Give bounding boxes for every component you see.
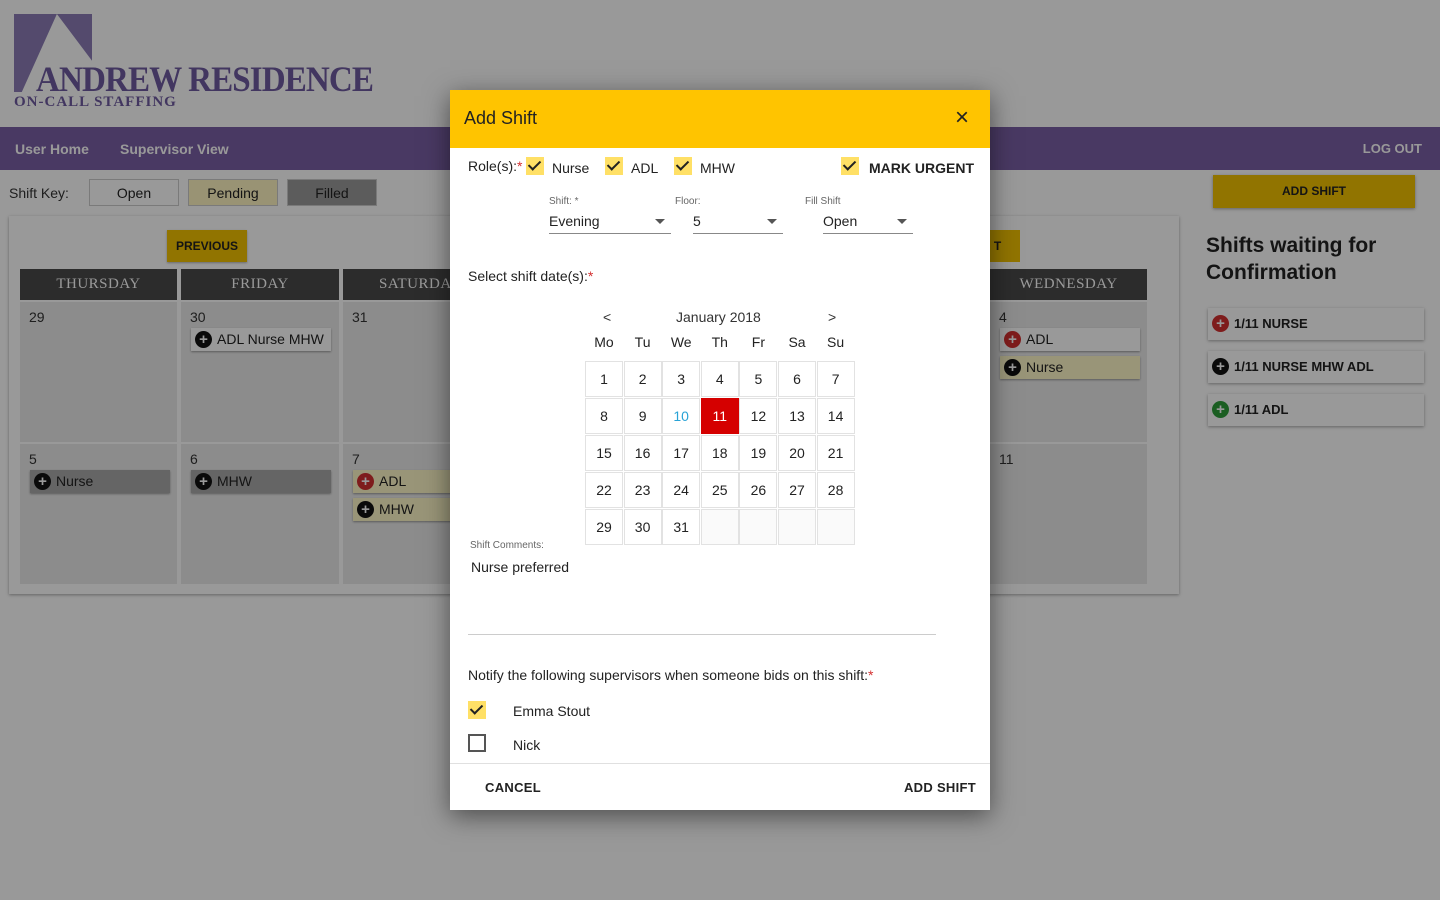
date-cell[interactable]: 9 <box>623 398 662 434</box>
empty-date-cell <box>816 509 855 545</box>
date-cell[interactable]: 10 <box>662 398 701 434</box>
add-shift-submit-button[interactable]: ADD SHIFT <box>904 780 976 795</box>
role-nurse-label: Nurse <box>552 160 590 176</box>
chevron-down-icon <box>897 219 907 224</box>
mark-urgent-checkbox[interactable] <box>841 157 859 175</box>
empty-date-cell <box>700 509 739 545</box>
date-cell[interactable]: 18 <box>700 435 739 471</box>
date-cell[interactable]: 19 <box>739 435 778 471</box>
date-cell[interactable]: 4 <box>700 361 739 397</box>
fill-shift-select[interactable]: Open <box>823 210 913 234</box>
date-cell[interactable]: 26 <box>739 472 778 508</box>
role-nurse-checkbox[interactable] <box>526 157 544 175</box>
dialog-title: Add Shift <box>464 108 538 128</box>
date-cell[interactable]: 20 <box>778 435 816 471</box>
date-cell[interactable]: 13 <box>778 398 816 434</box>
prev-month-button[interactable]: < <box>603 309 611 325</box>
date-cell[interactable]: 1 <box>585 361 623 397</box>
date-cell[interactable]: 24 <box>662 472 701 508</box>
date-cell[interactable]: 25 <box>700 472 739 508</box>
role-adl-label: ADL <box>631 160 659 176</box>
notify-label: Notify the following supervisors when so… <box>468 667 874 683</box>
comments-underline <box>468 634 936 635</box>
next-month-button[interactable]: > <box>828 309 836 325</box>
empty-date-cell <box>778 509 816 545</box>
date-cell[interactable]: 30 <box>623 509 662 545</box>
date-cell[interactable]: 12 <box>739 398 778 434</box>
date-cell[interactable]: 2 <box>623 361 662 397</box>
supervisor-nick-checkbox[interactable] <box>468 734 486 752</box>
dialog-footer: CANCEL ADD SHIFT <box>450 763 990 810</box>
date-cell[interactable]: 11 <box>700 398 739 434</box>
shift-select-value: Evening <box>549 213 600 229</box>
date-cell[interactable]: 27 <box>778 472 816 508</box>
role-mhw-checkbox[interactable] <box>674 157 692 175</box>
date-cell[interactable]: 7 <box>816 361 855 397</box>
mark-urgent-label: MARK URGENT <box>869 160 974 176</box>
date-cell[interactable]: 15 <box>585 435 623 471</box>
weekday-header: Sa <box>788 334 806 350</box>
weekday-header: Mo <box>594 334 614 350</box>
fill-shift-caption: Fill Shift <box>805 196 841 207</box>
empty-date-cell <box>739 509 778 545</box>
date-cell[interactable]: 28 <box>816 472 855 508</box>
date-cell[interactable]: 3 <box>662 361 701 397</box>
weekday-header: Th <box>711 334 728 350</box>
comments-field[interactable]: Nurse preferred <box>471 559 569 575</box>
date-cell[interactable]: 16 <box>623 435 662 471</box>
chevron-down-icon <box>655 219 665 224</box>
fill-shift-select-value: Open <box>823 213 858 229</box>
floor-select-value: 5 <box>693 213 701 229</box>
date-cell[interactable]: 5 <box>739 361 778 397</box>
floor-caption: Floor: <box>675 196 701 207</box>
weekday-header: Su <box>827 334 845 350</box>
select-dates-label: Select shift date(s):* <box>468 268 594 284</box>
date-cell[interactable]: 22 <box>585 472 623 508</box>
date-cell[interactable]: 17 <box>662 435 701 471</box>
supervisor-nick-label: Nick <box>513 737 541 753</box>
date-cell[interactable]: 8 <box>585 398 623 434</box>
date-cell[interactable]: 29 <box>585 509 623 545</box>
cancel-button[interactable]: CANCEL <box>485 780 541 795</box>
date-cell[interactable]: 21 <box>816 435 855 471</box>
dialog-body: Role(s):* Nurse ADL MHW MARK URGENT Shif… <box>450 148 990 763</box>
floor-select[interactable]: 5 <box>693 210 783 234</box>
supervisor-emma-checkbox[interactable] <box>468 701 486 719</box>
roles-label: Role(s):* <box>468 158 523 174</box>
add-shift-dialog: Add Shift × Role(s):* Nurse ADL MHW MARK… <box>450 90 990 810</box>
date-cell[interactable]: 31 <box>662 509 701 545</box>
chevron-down-icon <box>767 219 777 224</box>
close-icon[interactable]: × <box>948 104 976 132</box>
shift-select[interactable]: Evening <box>549 210 671 234</box>
date-cell[interactable]: 23 <box>623 472 662 508</box>
weekday-header: Fr <box>751 334 765 350</box>
supervisor-emma-label: Emma Stout <box>513 703 591 719</box>
weekday-header: We <box>670 334 692 350</box>
dialog-header: Add Shift × <box>450 90 990 148</box>
role-adl-checkbox[interactable] <box>605 157 623 175</box>
shift-caption: Shift: * <box>549 196 579 207</box>
weekday-header: Tu <box>634 334 651 350</box>
month-title: January 2018 <box>676 309 761 325</box>
date-cell[interactable]: 14 <box>816 398 855 434</box>
comments-caption: Shift Comments: <box>470 540 544 551</box>
role-mhw-label: MHW <box>700 160 735 176</box>
date-cell[interactable]: 6 <box>778 361 816 397</box>
